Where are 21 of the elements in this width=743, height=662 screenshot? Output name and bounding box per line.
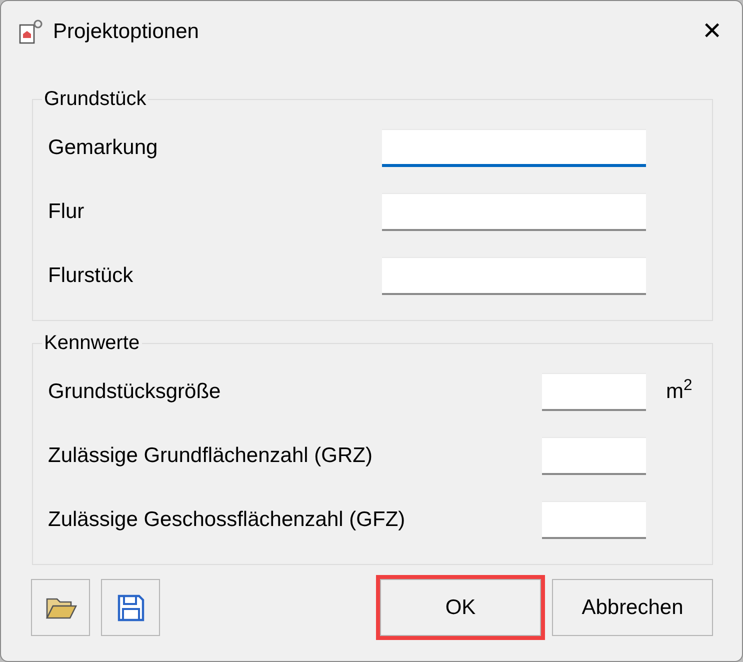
text-field[interactable]	[542, 501, 646, 539]
text-field[interactable]	[542, 437, 646, 475]
field-label: Flurstück	[48, 263, 134, 290]
unit-label: m$^{2}$	[666, 380, 692, 404]
field-label: Grundstücksgröße	[48, 379, 222, 406]
open-button[interactable]	[31, 579, 90, 636]
text-field[interactable]	[542, 373, 646, 411]
save-button[interactable]	[101, 579, 160, 636]
field-label: Zulässige Geschossflächenzahl (GFZ)	[48, 507, 406, 534]
text-field[interactable]	[382, 257, 646, 295]
field-label: Zulässige Grundflächenzahl (GRZ)	[48, 443, 374, 470]
window-title: Projektoptionen	[53, 19, 200, 46]
text-field[interactable]	[382, 193, 646, 231]
folder-icon	[45, 598, 77, 618]
save-icon	[117, 594, 144, 621]
dialog-button[interactable]: Abbrechen	[552, 579, 713, 636]
field-label: Gemarkung	[48, 135, 159, 162]
project-settings-icon	[17, 18, 45, 46]
close-button[interactable]: ✕	[696, 16, 728, 48]
field-label: Flur	[48, 199, 86, 226]
text-field[interactable]	[382, 129, 646, 167]
